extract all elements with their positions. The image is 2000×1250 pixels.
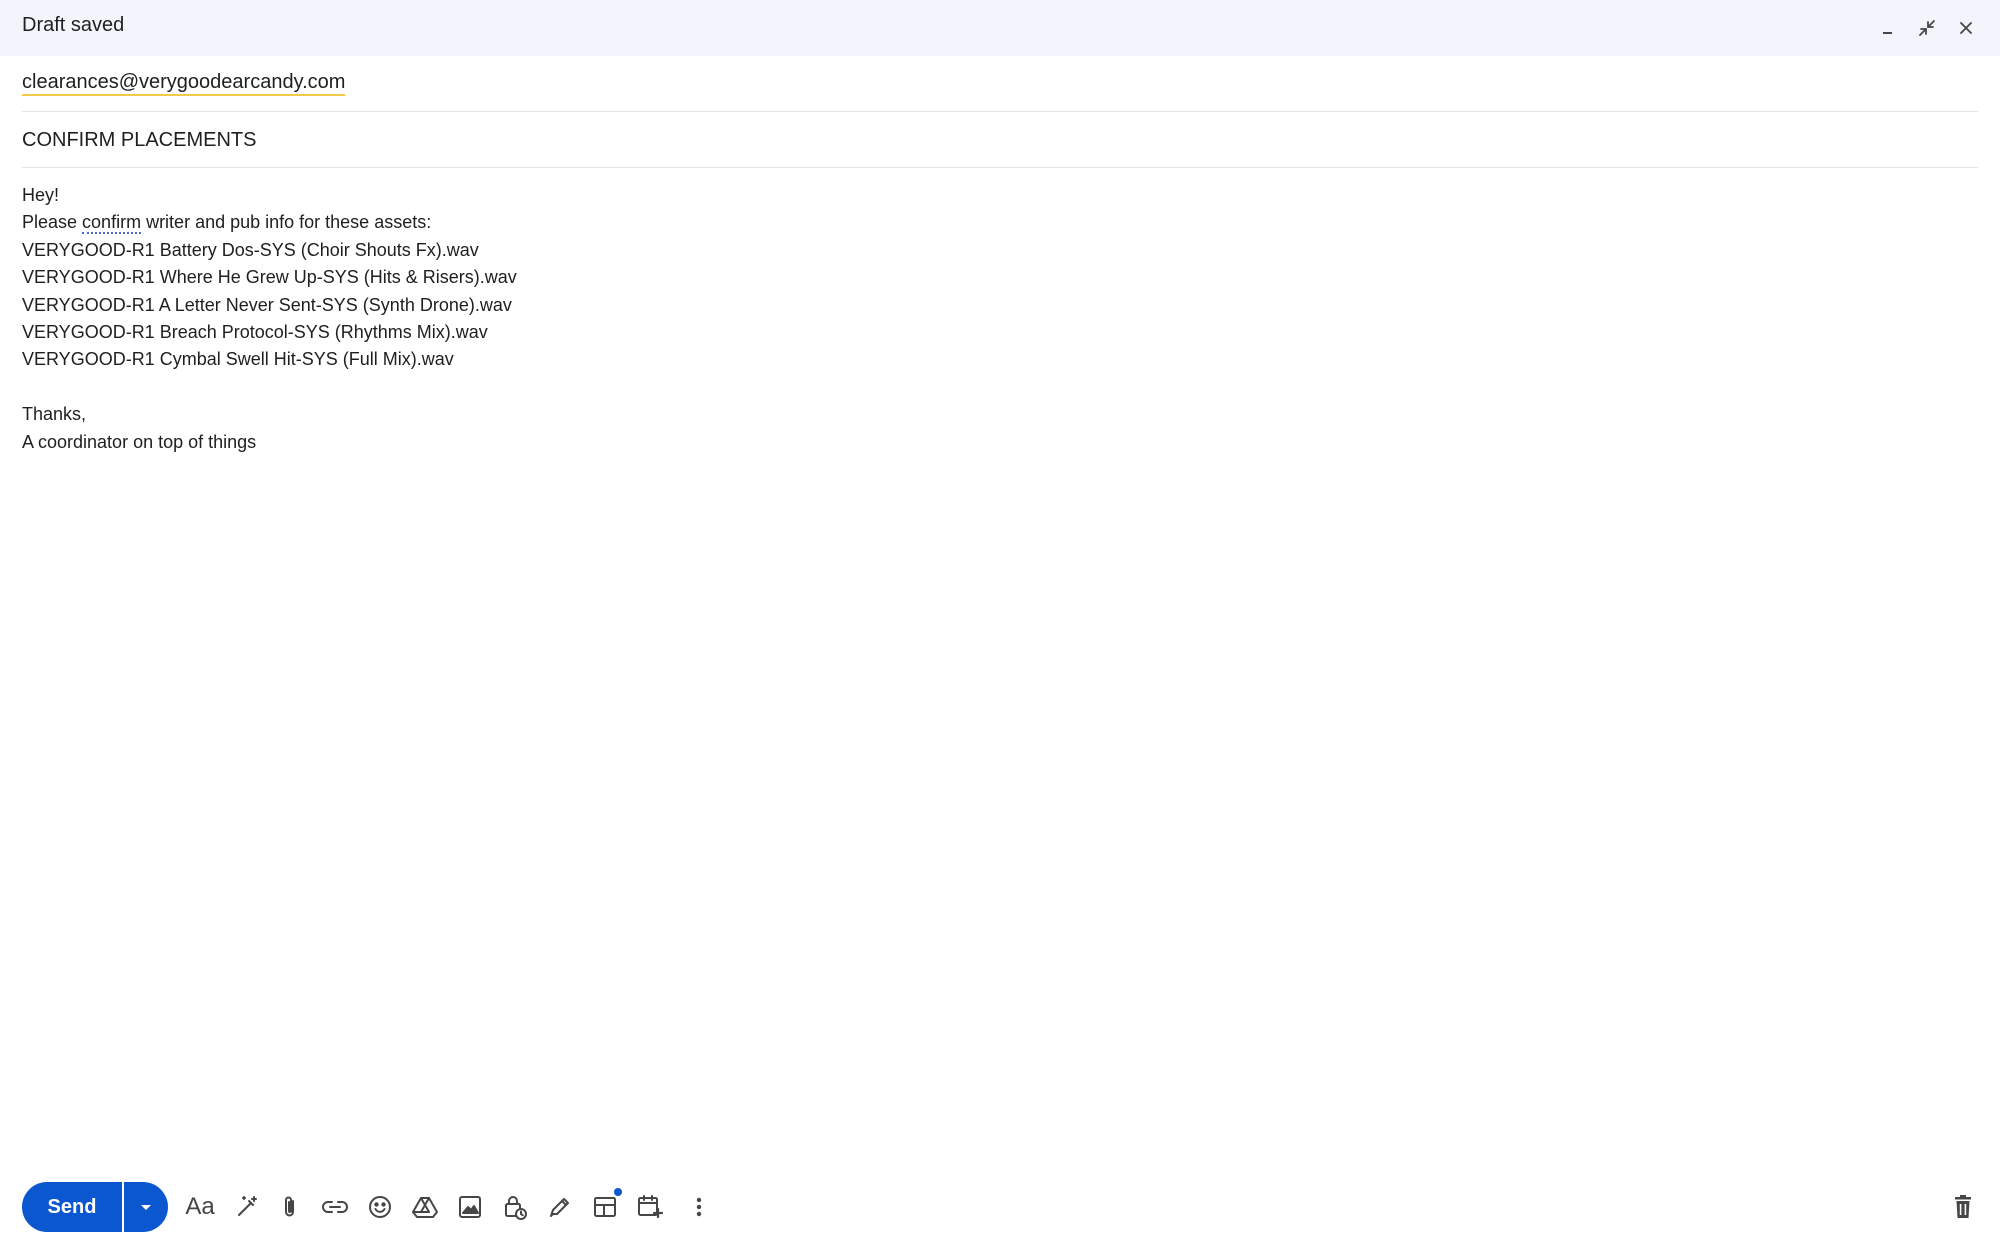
body-request-prefix: Please <box>22 212 83 233</box>
attach-file-icon[interactable] <box>271 1188 309 1226</box>
google-drive-icon[interactable] <box>406 1188 444 1226</box>
confidential-mode-icon[interactable] <box>496 1188 534 1226</box>
subject-row[interactable]: CONFIRM PLACEMENTS <box>22 112 1978 168</box>
send-options-button[interactable] <box>124 1182 168 1232</box>
compose-titlebar: Draft saved <box>0 0 2000 56</box>
discard-draft-icon[interactable] <box>1944 1188 1982 1226</box>
insert-link-icon[interactable] <box>316 1188 354 1226</box>
recipient-chip[interactable]: clearances@verygoodearcandy.com <box>22 70 346 96</box>
exit-fullscreen-icon[interactable] <box>1909 10 1945 46</box>
ai-write-icon[interactable] <box>228 1188 266 1226</box>
recipients-row[interactable]: clearances@verygoodearcandy.com <box>22 56 1978 112</box>
spellcheck-flagged-word[interactable]: confirm <box>82 212 142 235</box>
asset-line: VERYGOOD-R1 Where He Grew Up-SYS (Hits &… <box>22 267 517 288</box>
send-button[interactable]: Send <box>22 1182 122 1232</box>
body-greeting: Hey! <box>22 185 60 205</box>
layouts-icon[interactable] <box>586 1188 624 1226</box>
dropdown-arrow-icon <box>141 1205 151 1210</box>
send-button-group: Send <box>22 1182 168 1232</box>
asset-line: VERYGOOD-R1 Cymbal Swell Hit-SYS (Full M… <box>22 349 454 370</box>
message-body[interactable]: Hey! Please confirm writer and pub info … <box>22 182 1972 456</box>
subject-field[interactable]: CONFIRM PLACEMENTS <box>22 128 256 152</box>
formatting-options-icon[interactable]: Aa <box>181 1188 219 1226</box>
signature-icon[interactable] <box>541 1188 579 1226</box>
asset-line: VERYGOOD-R1 Breach Protocol-SYS (Rhythms… <box>22 321 488 342</box>
window-title: Draft saved <box>22 14 125 36</box>
body-request-suffix: writer and pub info for these assets: <box>141 212 432 233</box>
asset-line: VERYGOOD-R1 Battery Dos-SYS (Choir Shout… <box>22 239 479 260</box>
formatting-options-label: Aa <box>185 1193 215 1220</box>
insert-emoji-icon[interactable] <box>361 1188 399 1226</box>
insert-photo-icon[interactable] <box>451 1188 489 1226</box>
body-blank-line <box>22 374 1972 401</box>
more-options-icon[interactable] <box>680 1188 718 1226</box>
close-icon[interactable] <box>1948 10 1984 46</box>
body-request: Please confirm writer and pub info for t… <box>22 209 1972 236</box>
body-signoff: Thanks, <box>22 404 87 425</box>
new-feature-dot <box>614 1188 622 1196</box>
schedule-event-icon[interactable] <box>631 1188 669 1226</box>
minimize-icon[interactable] <box>1870 10 1906 46</box>
asset-line: VERYGOOD-R1 A Letter Never Sent-SYS (Syn… <box>22 294 512 315</box>
body-signature: A coordinator on top of things <box>22 431 257 452</box>
